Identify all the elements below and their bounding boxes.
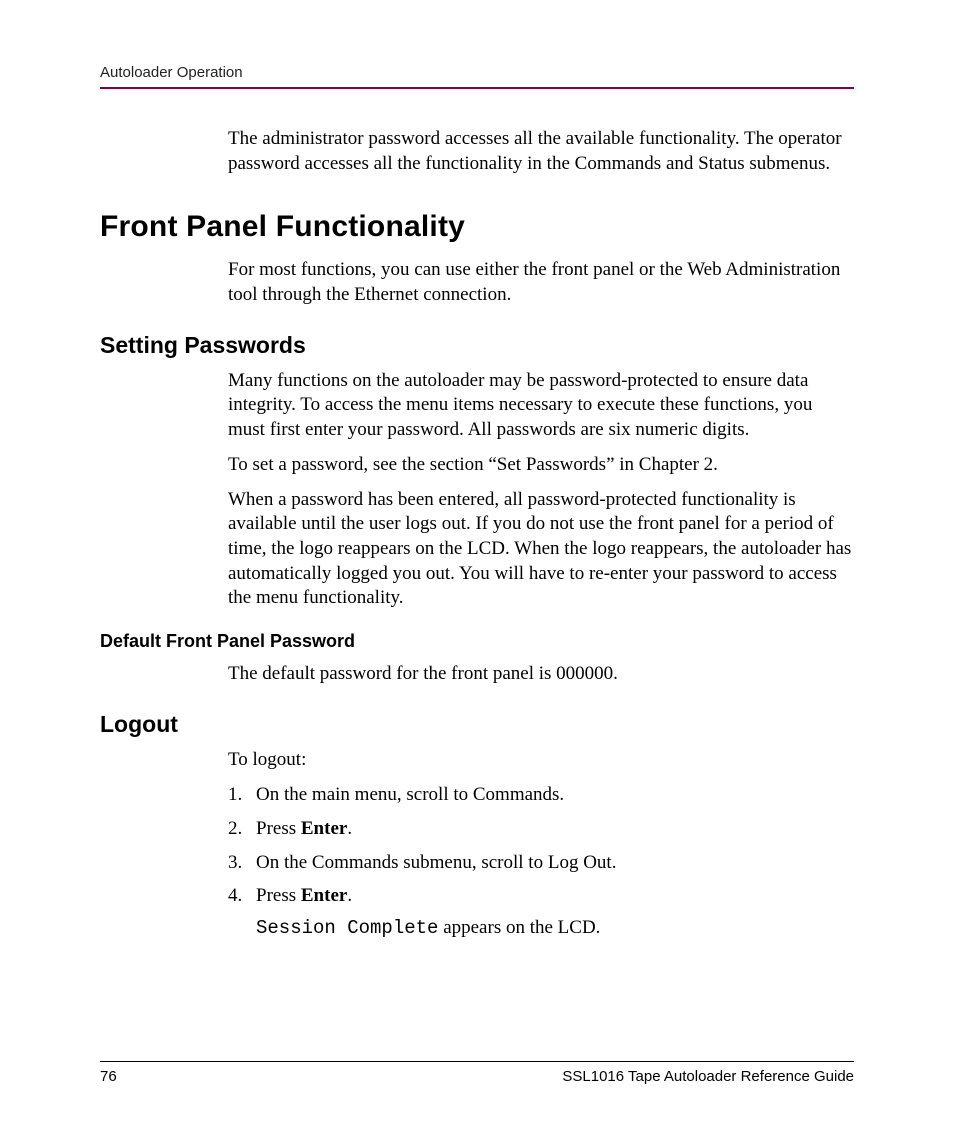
logout-result-tail: appears on the LCD. [438, 917, 600, 938]
step-3: On the Commands submenu, scroll to Log O… [228, 850, 854, 876]
running-header: Autoloader Operation [100, 64, 854, 89]
section1-body: For most functions, you can use either t… [228, 258, 854, 307]
section3-body: The default password for the front panel… [228, 662, 854, 687]
logout-result-mono: Session Complete [256, 917, 438, 939]
intro-paragraph: The administrator password accesses all … [228, 127, 854, 176]
step-4-post: . [347, 885, 352, 906]
section2-p2: To set a password, see the section “Set … [228, 453, 854, 478]
step-1: On the main menu, scroll to Commands. [228, 782, 854, 808]
section4-intro: To logout: [228, 748, 854, 773]
heading-default-front-panel-password: Default Front Panel Password [100, 631, 854, 652]
step-4-key: Enter [301, 885, 347, 906]
step-2-key: Enter [301, 818, 347, 839]
logout-result: Session Complete appears on the LCD. [256, 917, 854, 939]
section4-p1: To logout: [228, 748, 854, 773]
section1-p1: For most functions, you can use either t… [228, 258, 854, 307]
heading-front-panel-functionality: Front Panel Functionality [100, 210, 854, 244]
step-4: Press Enter. [228, 883, 854, 909]
logout-steps: On the main menu, scroll to Commands. Pr… [228, 782, 854, 909]
step-2: Press Enter. [228, 816, 854, 842]
section2-p3: When a password has been entered, all pa… [228, 488, 854, 611]
header-text: Autoloader Operation [100, 64, 243, 81]
section2-p1: Many functions on the autoloader may be … [228, 369, 854, 443]
intro-block: The administrator password accesses all … [228, 127, 854, 176]
page-footer: 76 SSL1016 Tape Autoloader Reference Gui… [100, 1061, 854, 1085]
step-3-text: On the Commands submenu, scroll to Log O… [256, 852, 616, 873]
heading-setting-passwords: Setting Passwords [100, 332, 854, 359]
section3-p1: The default password for the front panel… [228, 662, 854, 687]
step-4-pre: Press [256, 885, 301, 906]
doc-title: SSL1016 Tape Autoloader Reference Guide [562, 1068, 854, 1085]
page-number: 76 [100, 1068, 117, 1085]
heading-logout: Logout [100, 711, 854, 738]
step-2-pre: Press [256, 818, 301, 839]
step-1-text: On the main menu, scroll to Commands. [256, 784, 564, 805]
step-2-post: . [347, 818, 352, 839]
section2-body: Many functions on the autoloader may be … [228, 369, 854, 611]
